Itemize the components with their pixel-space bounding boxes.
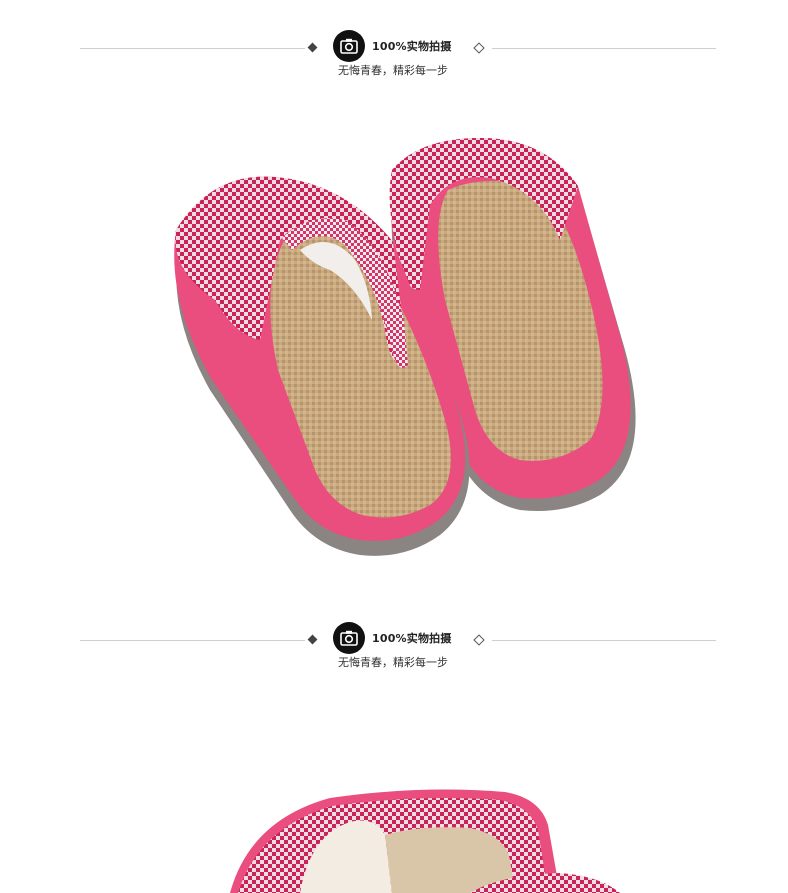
- diamond-hollow-icon: [473, 42, 485, 54]
- diamond-filled-icon: [307, 42, 318, 53]
- slipper-top-view: [230, 789, 620, 893]
- badge-title: 100%实物拍摄: [372, 632, 452, 645]
- badge-title: 100%实物拍摄: [372, 40, 452, 53]
- divider-line-right: [492, 48, 716, 49]
- badge-subtitle: 无悔青春，精彩每一步: [338, 656, 448, 669]
- product-photo-slippers-top: [230, 789, 620, 893]
- diamond-hollow-icon: [473, 634, 485, 646]
- section-header-2: 100%实物拍摄 无悔青春，精彩每一步: [0, 614, 788, 684]
- divider-line-left: [80, 640, 305, 641]
- product-photo-slippers-back: [174, 138, 636, 556]
- divider-line-right: [492, 640, 716, 641]
- divider-line-left: [80, 48, 305, 49]
- badge-subtitle: 无悔青春，精彩每一步: [338, 64, 448, 77]
- camera-icon: [333, 622, 365, 654]
- section-header-1: 100%实物拍摄 无悔青春，精彩每一步: [0, 22, 788, 92]
- camera-icon: [333, 30, 365, 62]
- diamond-filled-icon: [307, 634, 318, 645]
